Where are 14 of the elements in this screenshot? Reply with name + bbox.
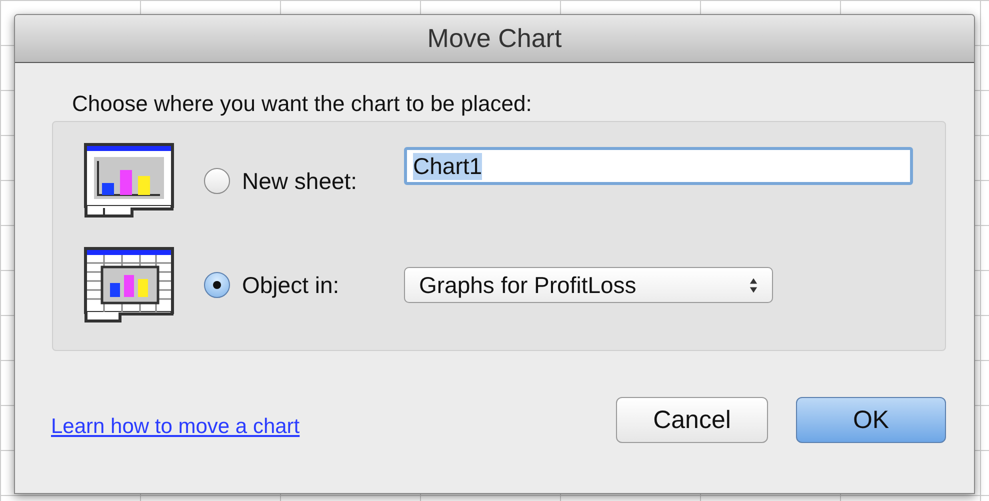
option-label: Object in: [242,272,340,298]
help-link[interactable]: Learn how to move a chart [51,415,300,439]
option-label: New sheet: [242,168,358,194]
sheet-dropdown[interactable]: Graphs for ProfitLoss [404,267,773,303]
sheet-name-field[interactable]: Chart1 [404,147,913,185]
radio-button[interactable] [204,168,230,194]
radio-button[interactable] [204,272,230,298]
cancel-button[interactable]: Cancel [616,397,768,443]
up-down-arrows-icon [749,276,758,294]
chart-sheet-icon [84,143,174,219]
window-title: Move Chart [427,23,562,54]
embedded-chart-icon [84,247,174,323]
ok-button[interactable]: OK [796,397,946,443]
prompt-text: Choose where you want the chart to be placed: [72,91,533,117]
